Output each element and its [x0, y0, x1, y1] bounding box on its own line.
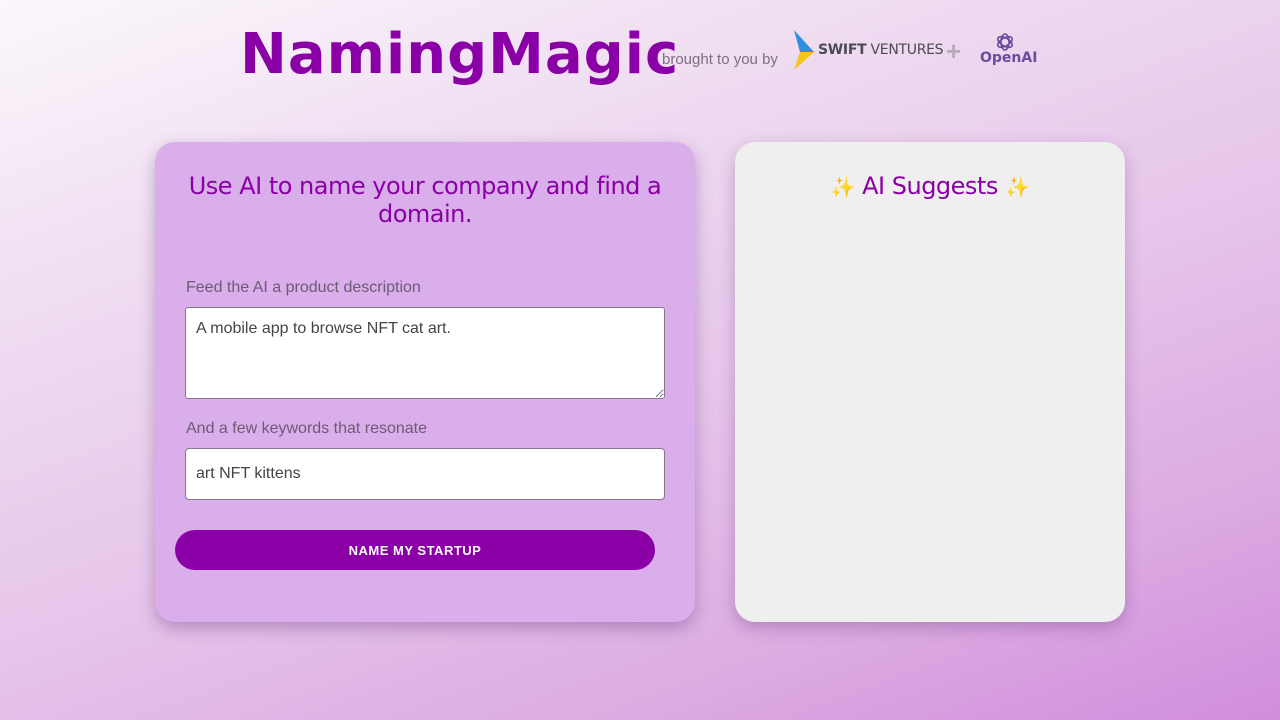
swift-ventures-icon — [794, 30, 814, 70]
swift-ventures-wordmark: SWIFT VENTURES — [818, 42, 944, 58]
description-label: Feed the AI a product description — [186, 279, 421, 296]
swift-ventures-logo[interactable]: SWIFT VENTURES — [792, 30, 944, 72]
header: NamingMagic brought to you by SWIFT VENT… — [0, 0, 1280, 110]
openai-wordmark: OpenAI — [980, 50, 1038, 66]
name-my-startup-button[interactable]: NAME MY STARTUP — [175, 530, 655, 570]
ai-suggestions-panel: ✨ AI Suggests ✨ — [735, 142, 1125, 622]
openai-logo[interactable]: OpenAI — [978, 32, 1038, 72]
suggestions-title-text: AI Suggests — [862, 172, 998, 200]
form-title: Use AI to name your company and find a d… — [188, 172, 662, 228]
brought-by-text: brought to you by — [662, 51, 778, 68]
keywords-input[interactable] — [185, 448, 665, 500]
keywords-label: And a few keywords that resonate — [186, 420, 428, 437]
app-logo[interactable]: NamingMagic — [240, 22, 679, 88]
sparkles-icon: ✨ — [1005, 175, 1030, 199]
name-generator-form: Use AI to name your company and find a d… — [155, 142, 695, 622]
suggestions-title: ✨ AI Suggests ✨ — [735, 172, 1125, 200]
sparkles-icon: ✨ — [830, 175, 856, 199]
description-textarea[interactable]: A mobile app to browse NFT cat art. — [185, 307, 665, 399]
openai-knot-icon — [996, 33, 1014, 51]
plus-separator: + — [946, 36, 962, 66]
